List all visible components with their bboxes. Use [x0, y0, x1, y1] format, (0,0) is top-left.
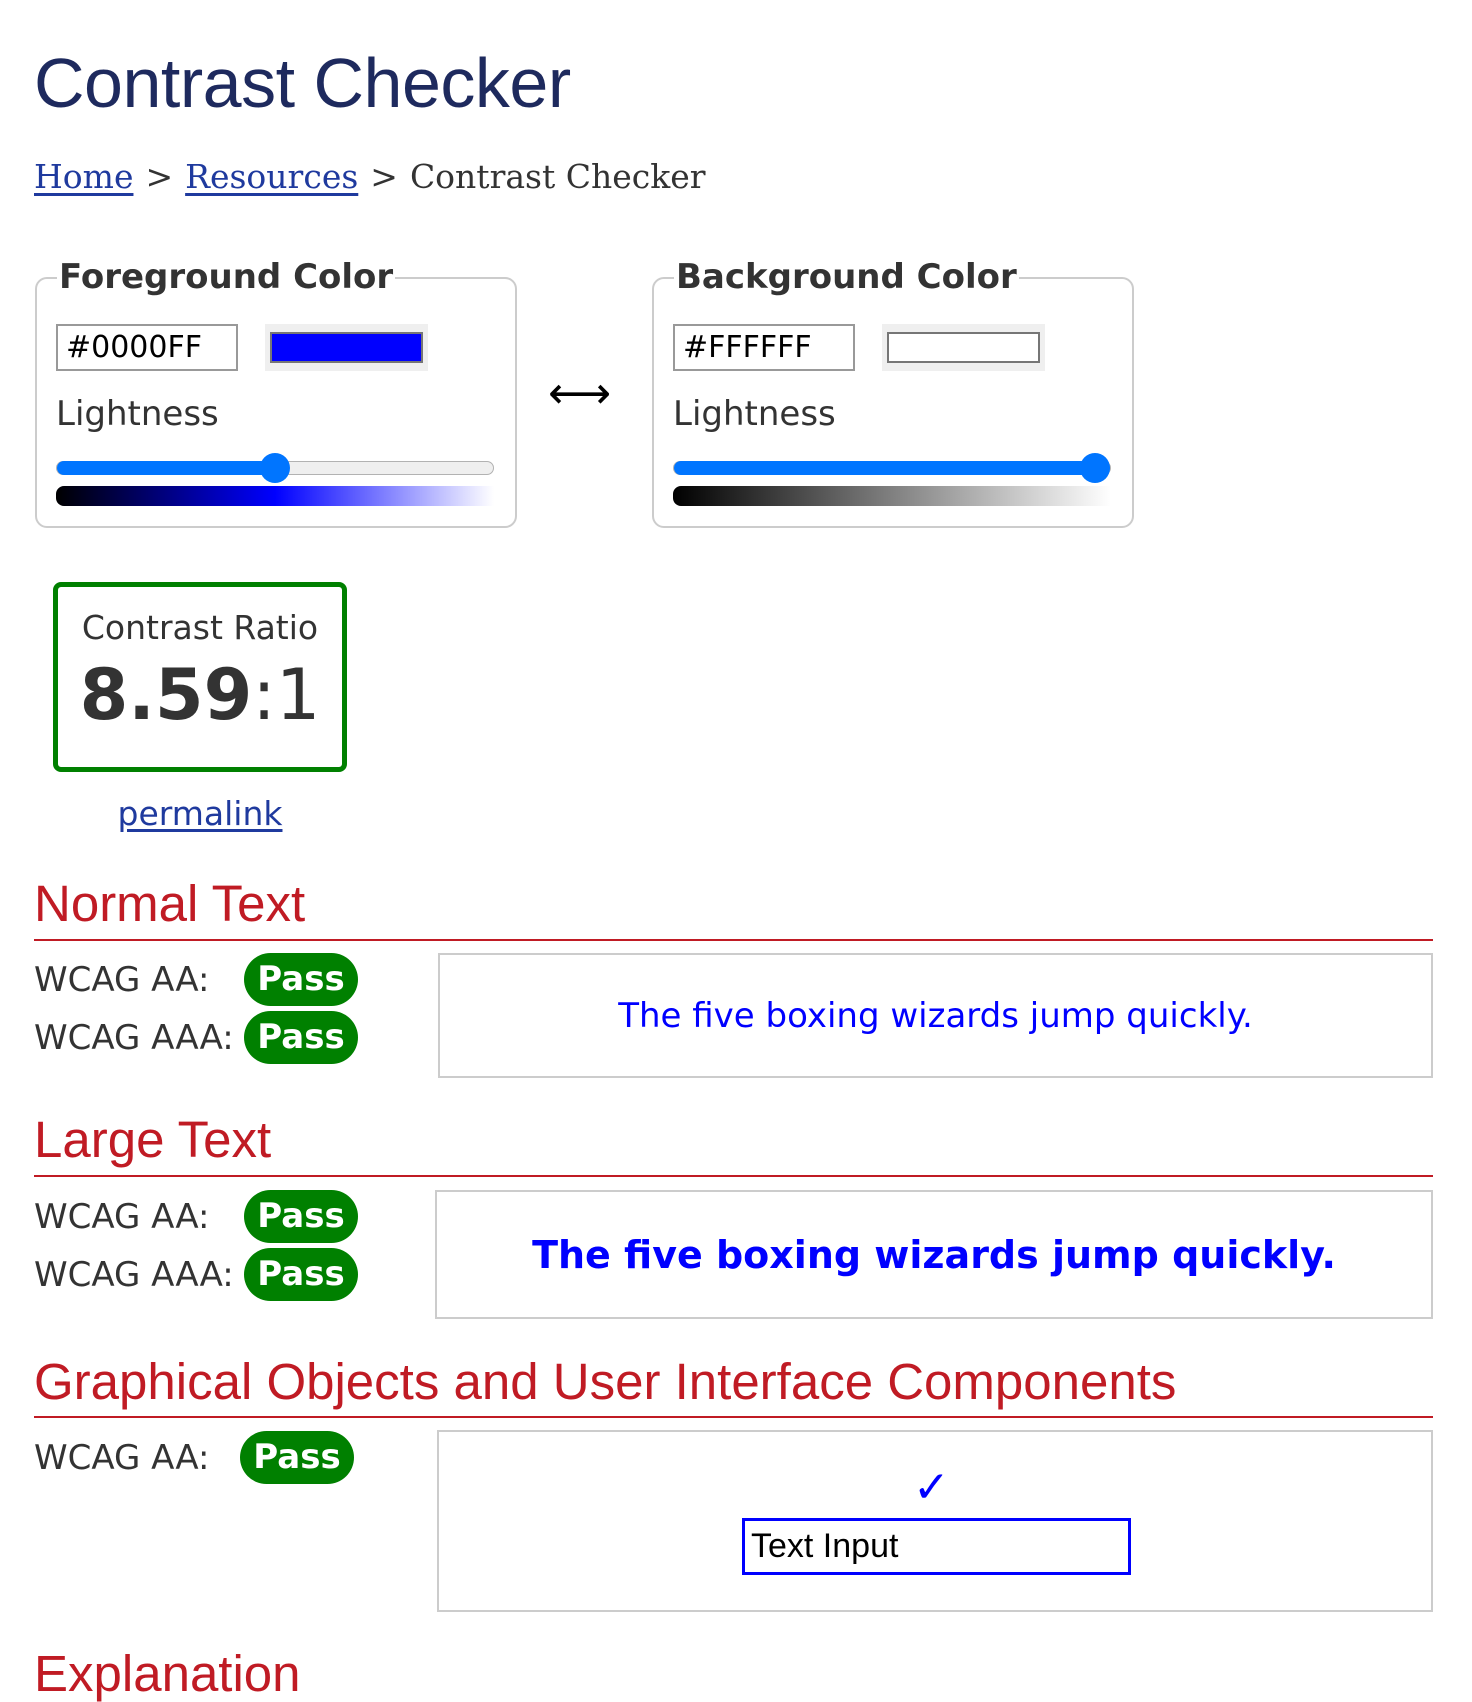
permalink-link[interactable]: permalink	[118, 794, 283, 833]
normal-text-sample-box: The five boxing wizards jump quickly.	[438, 953, 1433, 1078]
breadcrumb-resources-link[interactable]: Resources	[185, 157, 358, 196]
foreground-slider-thumb[interactable]	[260, 453, 290, 483]
normal-text-divider	[34, 939, 1433, 941]
check-icon: ✓	[913, 1462, 950, 1513]
foreground-lightness-gradient	[56, 486, 494, 506]
background-color-fieldset: Background Color Lightness	[652, 257, 1134, 528]
foreground-slider-fill	[57, 461, 275, 475]
background-color-picker[interactable]	[882, 324, 1045, 371]
large-wcag-aa-label: WCAG AA:	[34, 1197, 210, 1237]
large-text-sample-box: The five boxing wizards jump quickly.	[435, 1190, 1433, 1319]
normal-wcag-aa-badge: Pass	[244, 953, 358, 1006]
large-wcag-aa-badge: Pass	[244, 1190, 358, 1243]
breadcrumb-current: Contrast Checker	[409, 157, 706, 196]
large-text-divider	[34, 1175, 1433, 1177]
sample-text-input[interactable]	[742, 1518, 1131, 1575]
background-lightness-gradient	[673, 486, 1111, 506]
contrast-ratio-number: 8.59	[79, 654, 253, 736]
breadcrumb-home-link[interactable]: Home	[34, 157, 133, 196]
normal-wcag-aa-label: WCAG AA:	[34, 960, 210, 1000]
graphical-objects-divider	[34, 1416, 1433, 1418]
graphical-wcag-aa-badge: Pass	[240, 1431, 354, 1484]
foreground-color-picker[interactable]	[265, 324, 428, 371]
breadcrumb: Home > Resources > Contrast Checker	[34, 160, 706, 193]
contrast-ratio-box: Contrast Ratio 8.59:1	[53, 582, 347, 772]
background-color-legend: Background Color	[674, 257, 1019, 298]
foreground-lightness-slider[interactable]	[56, 453, 494, 483]
page-title: Contrast Checker	[34, 44, 571, 122]
background-slider-thumb[interactable]	[1080, 453, 1110, 483]
large-wcag-aaa-label: WCAG AAA:	[34, 1255, 234, 1295]
breadcrumb-separator: >	[145, 157, 174, 196]
background-slider-fill	[674, 461, 1110, 475]
graphical-wcag-aa-label: WCAG AA:	[34, 1438, 210, 1478]
large-wcag-aaa-badge: Pass	[244, 1248, 358, 1301]
contrast-ratio-value: 8.59:1	[58, 660, 342, 730]
foreground-hex-input[interactable]	[56, 324, 238, 371]
normal-wcag-aaa-label: WCAG AAA:	[34, 1018, 234, 1058]
background-lightness-label: Lightness	[673, 394, 836, 434]
large-text-heading: Large Text	[34, 1111, 272, 1168]
background-lightness-slider[interactable]	[673, 453, 1111, 483]
background-hex-input[interactable]	[673, 324, 855, 371]
graphical-sample-box: ✓	[437, 1430, 1433, 1612]
foreground-color-fieldset: Foreground Color Lightness	[35, 257, 517, 528]
permalink-container: permalink	[53, 794, 347, 834]
graphical-objects-heading: Graphical Objects and User Interface Com…	[34, 1353, 1177, 1410]
breadcrumb-separator: >	[370, 157, 398, 196]
normal-wcag-aaa-badge: Pass	[244, 1011, 358, 1064]
contrast-ratio-suffix: :1	[252, 654, 321, 736]
foreground-color-swatch	[270, 332, 423, 363]
large-text-sample: The five boxing wizards jump quickly.	[532, 1232, 1336, 1277]
swap-colors-icon[interactable]: ⟷	[548, 372, 611, 416]
foreground-lightness-label: Lightness	[56, 394, 219, 434]
contrast-ratio-label: Contrast Ratio	[81, 608, 319, 647]
normal-text-heading: Normal Text	[34, 875, 306, 932]
foreground-color-legend: Foreground Color	[57, 257, 396, 298]
background-color-swatch	[887, 332, 1040, 363]
normal-text-sample: The five boxing wizards jump quickly.	[618, 995, 1253, 1036]
